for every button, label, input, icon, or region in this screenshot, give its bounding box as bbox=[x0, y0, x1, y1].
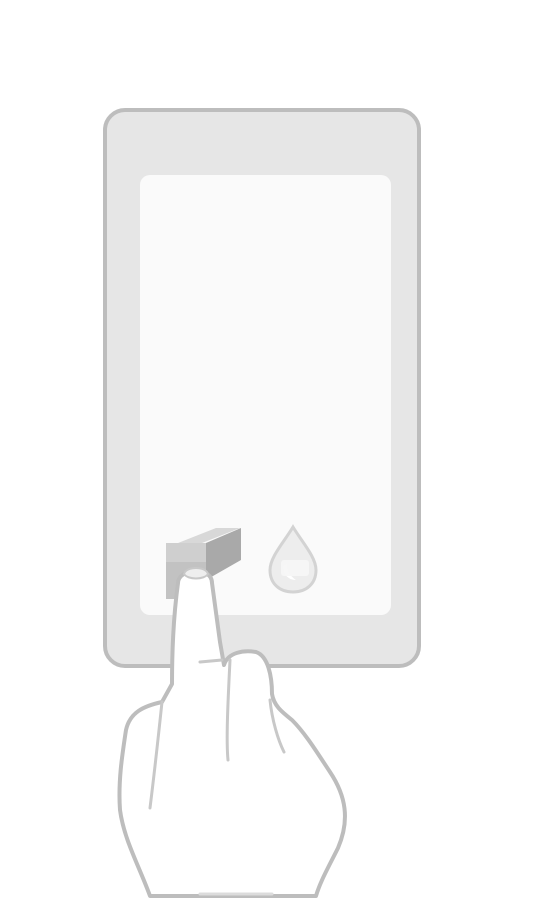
tap-gesture-illustration bbox=[0, 0, 536, 898]
fingernail bbox=[182, 567, 210, 580]
tablet-device bbox=[103, 108, 421, 668]
finger-crease bbox=[198, 658, 224, 664]
illustration-canvas bbox=[103, 108, 421, 898]
